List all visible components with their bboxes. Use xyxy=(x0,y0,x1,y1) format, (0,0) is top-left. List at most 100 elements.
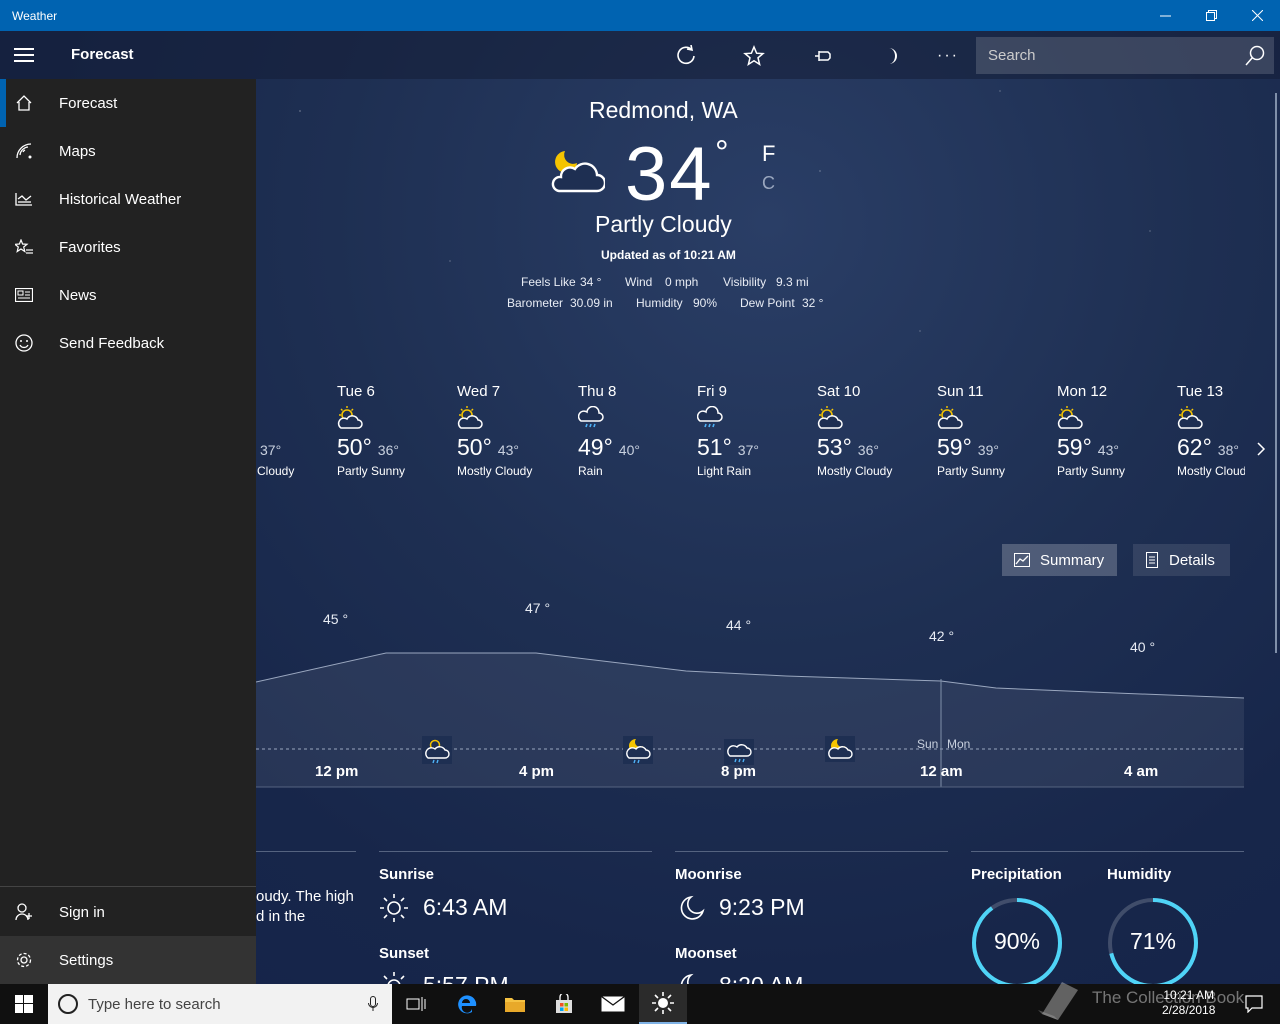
store-button[interactable] xyxy=(540,984,588,1024)
minimize-icon xyxy=(1159,15,1171,17)
day-card[interactable]: Mon 12 59° 43° Partly Sunny xyxy=(1057,383,1172,478)
sunset-value: 5:57 PM xyxy=(423,972,509,984)
rain-icon xyxy=(696,405,723,428)
nav-item-favorites[interactable]: Favorites xyxy=(0,223,256,271)
visibility-label: Visibility xyxy=(723,275,767,289)
nav-item-settings[interactable]: Settings xyxy=(0,936,256,984)
mail-button[interactable] xyxy=(589,984,637,1024)
favorite-button[interactable] xyxy=(739,41,769,71)
search-input[interactable] xyxy=(976,37,1274,74)
wind-label: Wind xyxy=(625,275,653,289)
book-watermark-icon xyxy=(1038,982,1078,1020)
hour-label: 4 am xyxy=(1124,763,1159,780)
dew-point-label: Dew Point xyxy=(740,296,795,310)
restore-button[interactable] xyxy=(1188,0,1234,31)
store-icon xyxy=(556,994,572,1013)
humidity-label: Humidity xyxy=(636,296,683,310)
system-clock[interactable]: 10:21 AM 2/28/2018 xyxy=(1162,988,1215,1018)
partly-sunny-icon xyxy=(817,406,843,429)
moonset-value: 8:20 AM xyxy=(719,972,803,984)
current-temperature: 34 xyxy=(625,132,714,217)
hourly-temp-label: 44 ° xyxy=(726,617,752,633)
weather-app-button[interactable] xyxy=(639,984,687,1024)
hourly-weather-icon xyxy=(422,736,452,764)
day-card[interactable]: Thu 8 49° 40° Rain xyxy=(577,383,693,478)
home-icon xyxy=(16,95,32,111)
day-card[interactable]: Tue 13 62° 38° Mostly Cloudy xyxy=(1177,383,1245,478)
hamburger-icon xyxy=(14,46,34,64)
chart-icon xyxy=(1014,553,1030,567)
moonset-icon xyxy=(680,973,694,984)
hourly-weather-icon xyxy=(623,736,653,764)
nav-item-sign-in[interactable]: Sign in xyxy=(0,888,256,936)
edge-button[interactable] xyxy=(443,984,491,1024)
edge-icon xyxy=(458,995,477,1014)
scrollbar[interactable] xyxy=(1275,93,1277,653)
degree-symbol: ° xyxy=(715,134,729,172)
maps-icon xyxy=(16,143,32,159)
partly-sunny-icon xyxy=(1057,406,1083,429)
humidity-label: Humidity xyxy=(1107,866,1172,883)
hourly-weather-icon xyxy=(724,739,754,765)
navigation-pane: Forecast Maps Historical Weather Favorit… xyxy=(0,79,256,984)
unit-celsius-toggle[interactable]: C xyxy=(762,173,775,194)
refresh-button[interactable] xyxy=(671,41,701,71)
nav-item-send-feedback[interactable]: Send Feedback xyxy=(0,319,256,367)
hour-label: 12 pm xyxy=(315,763,359,780)
day-card[interactable]: Tue 6 50° 36° Partly Sunny xyxy=(337,383,452,478)
hourly-temp-label: 40 ° xyxy=(1130,639,1156,655)
hamburger-menu-button[interactable] xyxy=(0,31,48,79)
day-card[interactable]: Fri 9 51° 37° Light Rain xyxy=(696,383,812,478)
task-view-icon xyxy=(406,997,426,1011)
nav-item-maps[interactable]: Maps xyxy=(0,127,256,175)
day-card[interactable]: Sat 10 53° 36° Mostly Cloudy xyxy=(817,383,932,478)
day-mark: Sun xyxy=(917,737,939,751)
pin-icon xyxy=(815,51,831,61)
more-icon: ··· xyxy=(937,47,959,64)
more-options-button[interactable]: ··· xyxy=(933,41,963,71)
microphone-icon[interactable] xyxy=(368,996,378,1012)
day-card[interactable]: Wed 7 50° 43° Mostly Cloudy xyxy=(457,383,572,478)
barometer-label: Barometer xyxy=(507,296,564,310)
dark-mode-button[interactable] xyxy=(876,41,906,71)
search-icon[interactable] xyxy=(1244,45,1266,67)
barometer-value: 30.09 in xyxy=(570,296,613,310)
feels-like-label: Feels Like xyxy=(521,275,576,289)
pin-button[interactable] xyxy=(808,41,838,71)
file-explorer-button[interactable] xyxy=(491,984,539,1024)
task-view-button[interactable] xyxy=(392,984,440,1024)
feels-like-value: 34 ° xyxy=(580,275,602,289)
window-title: Weather xyxy=(12,8,58,23)
app-content: Forecast ··· Redmond, WA 34 ° F C Partly… xyxy=(0,31,1280,984)
moonset-label: Moonset xyxy=(675,945,737,962)
start-button[interactable] xyxy=(0,984,48,1024)
close-button[interactable] xyxy=(1234,0,1280,31)
partly-cloudy-night-icon xyxy=(551,151,605,193)
next-days-button[interactable] xyxy=(1256,441,1266,462)
folder-icon xyxy=(505,998,525,1012)
summary-tab[interactable]: Summary xyxy=(1002,544,1117,576)
unit-fahrenheit-toggle[interactable]: F xyxy=(762,141,775,167)
hourly-temp-label: 45 ° xyxy=(323,611,349,627)
document-icon xyxy=(1146,552,1158,568)
gear-icon xyxy=(16,952,32,968)
mail-icon xyxy=(601,996,625,1012)
chevron-right-icon xyxy=(1257,442,1266,456)
hourly-weather-icon xyxy=(825,736,855,762)
nav-item-news[interactable]: News xyxy=(0,271,256,319)
star-icon xyxy=(743,45,765,67)
day-card[interactable]: Sun 11 59° 39° Partly Sunny xyxy=(937,383,1052,478)
hourly-temp-label: 42 ° xyxy=(929,628,955,644)
partly-sunny-icon xyxy=(337,406,363,429)
nav-item-historical-weather[interactable]: Historical Weather xyxy=(0,175,256,223)
minimize-button[interactable] xyxy=(1142,0,1188,31)
action-center-icon[interactable] xyxy=(1245,995,1263,1013)
moon-icon xyxy=(889,48,897,64)
star-list-icon xyxy=(15,239,33,254)
partly-sunny-icon xyxy=(1177,406,1203,429)
search-box[interactable] xyxy=(976,37,1274,74)
person-icon xyxy=(15,903,32,921)
details-tab[interactable]: Details xyxy=(1133,544,1230,576)
nav-item-forecast[interactable]: Forecast xyxy=(0,79,256,127)
taskbar-search-box[interactable]: Type here to search xyxy=(48,984,392,1024)
